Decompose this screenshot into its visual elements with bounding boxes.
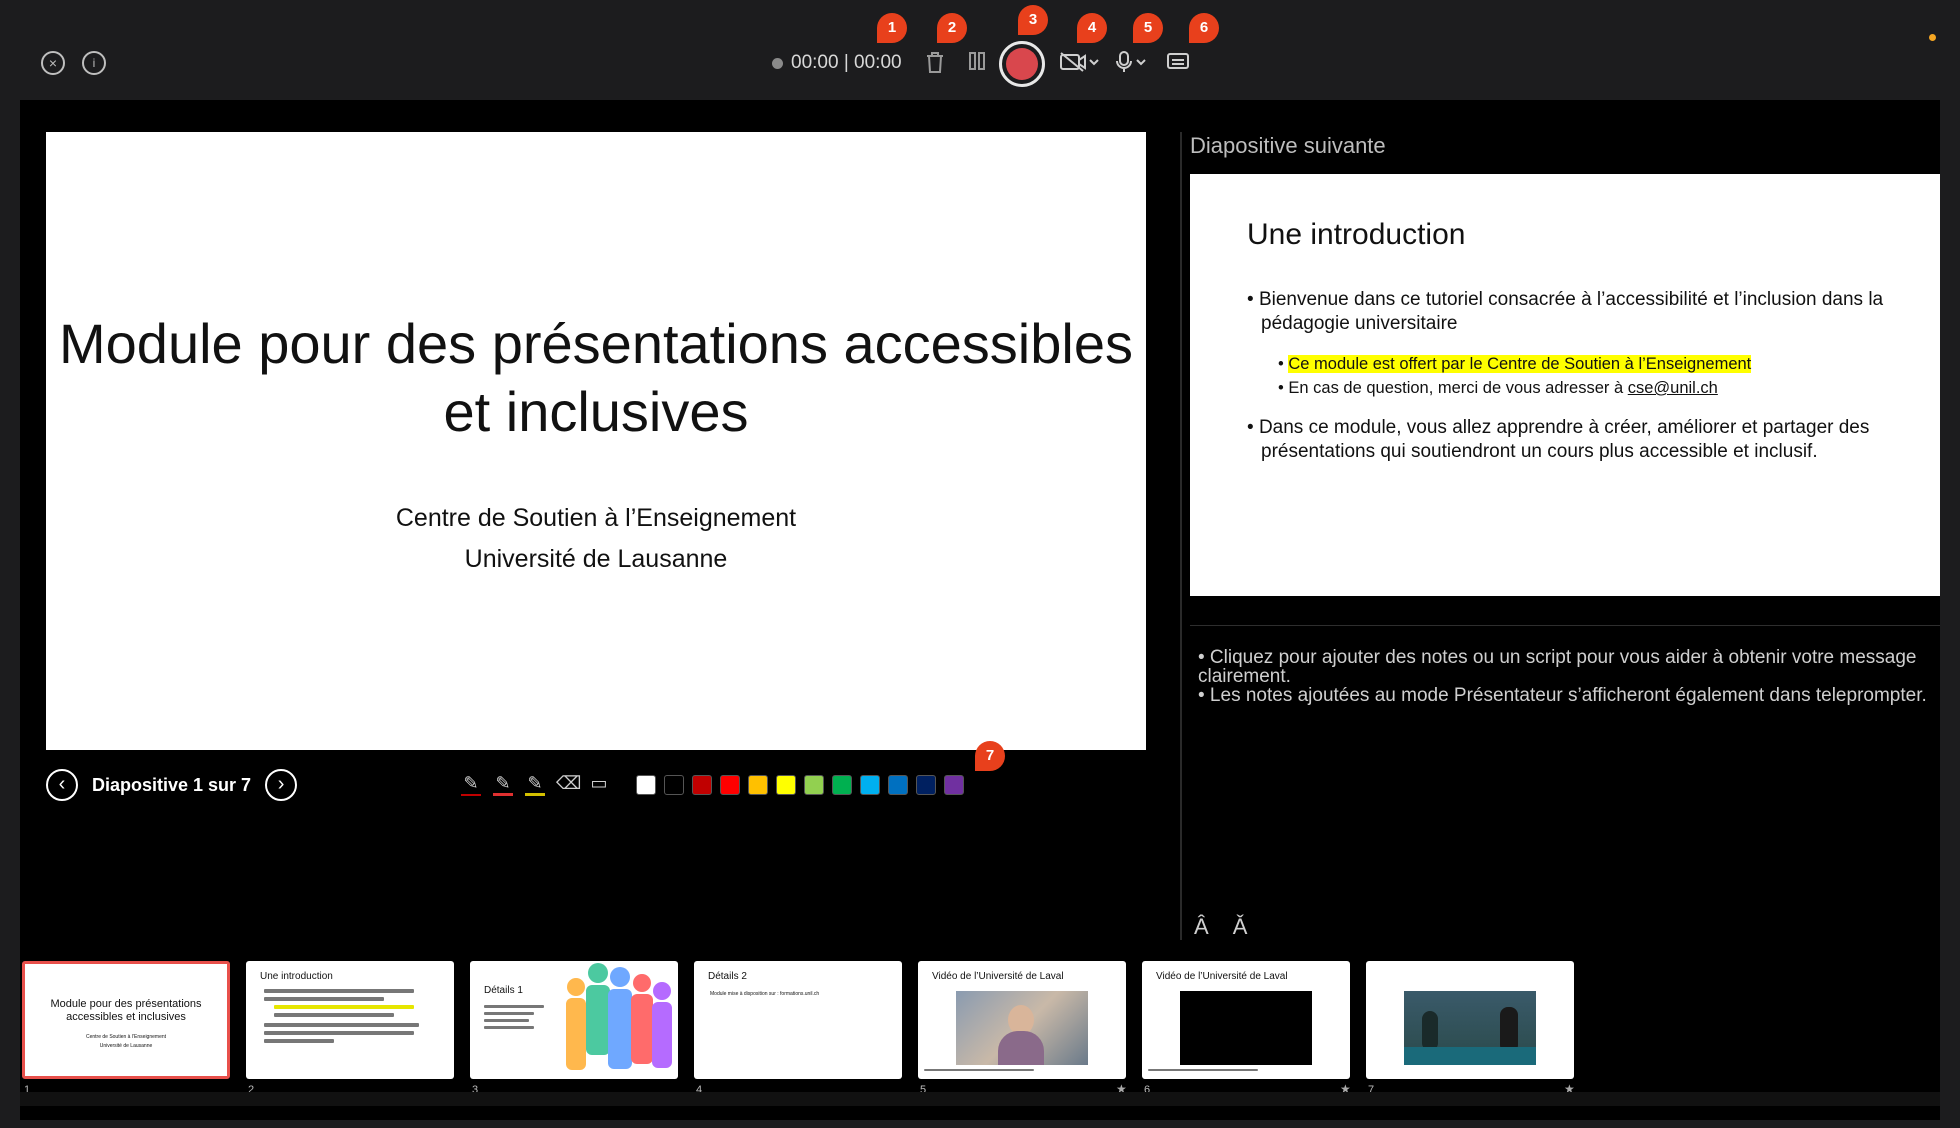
color-swatch-red[interactable] — [720, 775, 740, 795]
microphone-icon[interactable] — [1114, 50, 1150, 81]
speaker-notes[interactable]: • Cliquez pour ajouter des notes ou un s… — [1198, 648, 1938, 705]
callout-badge-3: 3 — [1018, 5, 1048, 35]
callout-badge-6: 6 — [1189, 13, 1219, 43]
timer-text: 00:00 | 00:00 — [791, 52, 902, 73]
color-swatch-light-green[interactable] — [804, 775, 824, 795]
color-swatch-white[interactable] — [636, 775, 656, 795]
eraser-icon[interactable]: ⌫ — [556, 770, 581, 796]
trash-icon[interactable] — [921, 50, 949, 81]
thumbnail-slide-5[interactable]: Vidéo de l’Université de Laval — [918, 961, 1126, 1079]
video-thumbnail — [956, 991, 1088, 1065]
color-swatch-orange[interactable] — [748, 775, 768, 795]
notes-line-1: • Cliquez pour ajouter des notes ou un s… — [1198, 647, 1917, 687]
callout-badge-5: 5 — [1133, 13, 1163, 43]
pause-icon[interactable] — [963, 50, 991, 79]
thumbnail-slide-2[interactable]: Une introduction — [246, 961, 454, 1079]
slide-navigation: ‹ Diapositive 1 sur 7 › — [46, 768, 298, 802]
thumbnail-title: Une introduction — [260, 971, 333, 982]
annotation-tools: ✎ ✎ ✎ ⌫ ▭ — [460, 770, 610, 796]
video-thumbnail — [1404, 991, 1536, 1065]
current-slide[interactable]: Module pour des présentations accessible… — [46, 132, 1146, 750]
people-illustration — [566, 963, 672, 1070]
callout-badge-1: 1 — [877, 13, 907, 43]
color-swatch-light-blue[interactable] — [860, 775, 880, 795]
callout-badge-4: 4 — [1077, 13, 1107, 43]
camera-off-icon[interactable] — [1058, 50, 1102, 81]
thumbnail-slide-1[interactable]: Module pour des présentations accessible… — [22, 961, 230, 1079]
slide-title: Module pour des présentations accessible… — [59, 312, 1133, 443]
slide-subtitle-line-1: Centre de Soutien à l’Enseignement — [395, 504, 797, 532]
next-slide-subbullet-2: • En cas de question, merci de vous adre… — [1278, 379, 1718, 397]
color-swatch-dark-red[interactable] — [692, 775, 712, 795]
decrease-font-button[interactable]: Ǎ — [1233, 914, 1248, 940]
color-swatch-purple[interactable] — [944, 775, 964, 795]
recording-timer: 00:00 | 00:00 — [772, 52, 902, 74]
thumbnail-sub: Centre de Soutien à l’Enseignement — [85, 1034, 167, 1040]
slide-subtitle: Centre de Soutien à l’Enseignement Unive… — [46, 498, 1146, 580]
status-dot-icon — [772, 57, 783, 69]
color-swatch-blue[interactable] — [888, 775, 908, 795]
notification-dot — [1929, 34, 1936, 41]
captions-icon[interactable] — [1164, 50, 1192, 79]
thumbnail-slide-4[interactable]: Détails 2 Module mise à disposition sur … — [694, 961, 902, 1079]
thumbnail-text-lines — [264, 989, 434, 1047]
next-slide-bullet-1: • Bienvenue dans ce tutoriel consacrée à… — [1247, 289, 1884, 334]
next-slide-title: Une introduction — [1247, 218, 1466, 251]
notes-line-2: • Les notes ajoutées au mode Présentateu… — [1198, 685, 1927, 706]
laser-pointer-icon[interactable]: ✎ — [460, 770, 482, 796]
thumbnail-title: Module pour des présentations accessible… — [50, 998, 202, 1023]
next-slide-preview[interactable]: Une introduction • Bienvenue dans ce tut… — [1190, 174, 1940, 596]
next-slide-label: Diapositive suivante — [1190, 133, 1386, 158]
panel-divider[interactable] — [1180, 132, 1182, 940]
thumbnail-scrollbar[interactable] — [20, 1092, 1940, 1106]
pen-color-swatches — [636, 775, 964, 795]
next-slide-bullet-2: • Dans ce module, vous allez apprendre à… — [1247, 417, 1870, 462]
notes-font-controls: Â Ǎ — [1194, 914, 1247, 940]
thumbnail-text-lines — [484, 1005, 544, 1033]
color-swatch-black[interactable] — [664, 775, 684, 795]
thumbnail-slide-3[interactable]: Détails 1 — [470, 961, 678, 1079]
callout-badge-7: 7 — [975, 741, 1005, 771]
color-swatch-yellow[interactable] — [776, 775, 796, 795]
thumbnail-sub: Module mise à disposition sur : formatio… — [710, 991, 820, 997]
color-swatch-green[interactable] — [832, 775, 852, 795]
pen-icon[interactable]: ✎ — [492, 770, 514, 796]
slide-subtitle-line-2: Université de Lausanne — [464, 545, 728, 573]
callout-badge-2: 2 — [937, 13, 967, 43]
info-icon[interactable]: i — [82, 51, 106, 75]
thumbnail-title: Détails 2 — [708, 971, 747, 982]
next-slide-body: • Bienvenue dans ce tutoriel consacrée à… — [1247, 288, 1887, 464]
highlighter-icon[interactable]: ✎ — [524, 770, 546, 796]
slide-counter: Diapositive 1 sur 7 — [92, 774, 252, 795]
next-slide-button[interactable]: › — [265, 769, 298, 801]
increase-font-button[interactable]: Â — [1194, 914, 1209, 940]
notes-divider — [1190, 625, 1940, 626]
thumbnail-title: Vidéo de l’Université de Laval — [1156, 971, 1288, 982]
next-slide-subbullet-1: • Ce module est offert par le Centre de … — [1278, 355, 1752, 373]
thumbnail-slide-6[interactable]: Vidéo de l’Université de Laval — [1142, 961, 1350, 1079]
record-button[interactable] — [999, 41, 1045, 87]
thumbnail-title: Détails 1 — [484, 985, 523, 996]
top-toolbar: × i 00:00 | 00:00 1 2 3 4 5 6 — [0, 0, 1960, 100]
thumbnail-slide-7[interactable] — [1366, 961, 1574, 1079]
close-icon[interactable]: × — [41, 51, 65, 75]
clear-ink-icon[interactable]: ▭ — [588, 770, 610, 796]
color-swatch-dark-blue[interactable] — [916, 775, 936, 795]
thumbnail-title: Vidéo de l’Université de Laval — [932, 971, 1064, 982]
video-thumbnail — [1180, 991, 1312, 1065]
thumbnail-sub2: Université de Lausanne — [99, 1043, 153, 1049]
previous-slide-button[interactable]: ‹ — [46, 769, 78, 801]
